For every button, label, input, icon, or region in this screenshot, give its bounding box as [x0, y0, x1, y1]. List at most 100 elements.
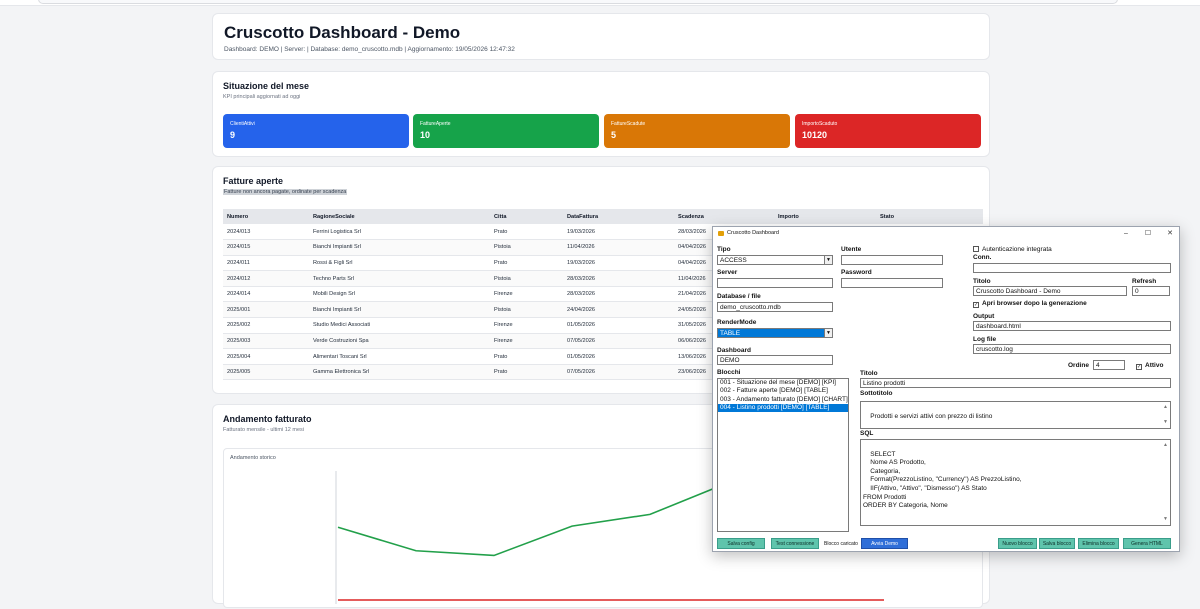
kpi-value: 10 [420, 130, 431, 140]
tipo-select[interactable]: ACCESS ▼ [717, 255, 833, 265]
logfile-input[interactable]: cruscotto.log [973, 344, 1171, 354]
sql-textarea[interactable]: SELECT Nome AS Prodotto, Categoria, Form… [860, 439, 1171, 526]
refresh-input[interactable]: 0 [1132, 286, 1170, 296]
section-title: Fatture aperte [223, 176, 284, 186]
sottotitolo-label: Sottotitolo [860, 390, 893, 397]
browser-address-bar[interactable] [0, 0, 1200, 6]
sottotitolo-textarea[interactable]: Prodotti e servizi attivi con prezzo di … [860, 401, 1171, 429]
table-cell: Rossi & Figli Srl [309, 255, 490, 272]
chevron-down-icon[interactable]: ▼ [824, 256, 832, 264]
kpi-value: 9 [230, 130, 236, 140]
table-cell: 07/05/2026 [563, 333, 674, 350]
header-card: Cruscotto Dashboard - Demo Dashboard: DE… [212, 13, 990, 60]
kpi-label: ClientiAttivi [230, 121, 255, 127]
utente-input[interactable] [841, 255, 943, 265]
table-cell: Bianchi Impianti Srl [309, 301, 490, 319]
nuovo-blocco-button[interactable]: Nuovo blocco [998, 538, 1037, 549]
titolo-dash-input[interactable]: Cruscotto Dashboard - Demo [973, 286, 1127, 296]
minimize-icon[interactable]: – [1115, 227, 1137, 241]
scroll-down-icon[interactable]: ▼ [1163, 515, 1168, 524]
kpi-card-importo-scaduto: ImportoScaduto 10120 [795, 114, 981, 148]
kpi-label: FattureScadute [611, 121, 646, 127]
column-header: Importo [774, 209, 876, 224]
table-cell: Gamma Elettronica Srl [309, 364, 490, 381]
table-cell: 2024/012 [223, 270, 309, 287]
table-cell: 2024/014 [223, 286, 309, 303]
server-input[interactable] [717, 278, 833, 288]
table-cell: 2025/002 [223, 317, 309, 334]
server-label: Server [717, 269, 738, 276]
auth-checkbox[interactable]: Autenticazione integrata [973, 246, 1052, 253]
kpi-label: FattureAperte [420, 121, 451, 127]
logfile-label: Log file [973, 336, 997, 343]
table-cell: 2025/004 [223, 348, 309, 365]
scroll-down-icon[interactable]: ▼ [1163, 418, 1168, 427]
table-cell: Pistoia [490, 239, 563, 256]
kpi-section: Situazione del mese KPI principali aggio… [212, 71, 990, 157]
table-cell: Techno Parts Srl [309, 270, 490, 287]
column-header: Numero [223, 209, 309, 224]
ordine-input[interactable]: 4 [1093, 360, 1125, 370]
salva-blocco-button[interactable]: Salva blocco [1039, 538, 1075, 549]
table-cell: 11/04/2026 [563, 239, 674, 256]
apri-browser-checkbox[interactable]: ✓ Apri browser dopo la generazione [973, 300, 1087, 308]
sottotitolo-text: Prodotti e servizi attivi con prezzo di … [870, 412, 993, 420]
blocchi-list-item[interactable]: 003 - Andamento fatturato [DEMO] [CHART] [718, 396, 848, 404]
scroll-up-icon[interactable]: ▲ [1163, 403, 1168, 412]
blocchi-list[interactable]: 001 - Situazione del mese [DEMO] [KPI] 00… [717, 378, 849, 532]
attivo-checkbox[interactable]: ✓ Attivo [1136, 362, 1163, 370]
table-cell: Pistoia [490, 270, 563, 287]
database-input[interactable]: demo_cruscotto.mdb [717, 302, 833, 312]
table-cell: Pistoia [490, 301, 563, 319]
salva-config-button[interactable]: Salva config [717, 538, 765, 549]
table-cell: 2024/015 [223, 239, 309, 256]
database-label: Database / file [717, 293, 761, 300]
table-cell: 24/04/2026 [563, 301, 674, 319]
table-cell: Bianchi Impianti Srl [309, 239, 490, 256]
kpi-value: 5 [611, 130, 617, 140]
titolo-blocco-input[interactable]: Listino prodotti [860, 378, 1171, 388]
password-input[interactable] [841, 278, 943, 288]
dashboard-input[interactable]: DEMO [717, 355, 833, 365]
test-connessione-button[interactable]: Test connessione [771, 538, 819, 549]
genera-html-button[interactable]: Genera HTML [1123, 538, 1171, 549]
section-subtitle: KPI principali aggiornati ad oggi [223, 94, 301, 100]
blocchi-list-item[interactable]: 002 - Fatture aperte [DEMO] [TABLE] [718, 387, 848, 395]
tipo-label: Tipo [717, 246, 731, 253]
checkmark-icon[interactable]: ✓ [973, 302, 979, 308]
table-cell: Firenze [490, 317, 563, 334]
maximize-icon[interactable]: ☐ [1137, 227, 1159, 241]
output-input[interactable]: dashboard.html [973, 321, 1171, 331]
table-cell: Verde Costruzioni Spa [309, 333, 490, 350]
column-header: Stato [876, 209, 983, 224]
table-cell: 19/03/2026 [563, 255, 674, 272]
column-header: RagioneSociale [309, 209, 490, 224]
table-cell: Prato [490, 224, 563, 241]
table-cell: 07/05/2026 [563, 364, 674, 381]
checkmark-icon[interactable]: ✓ [1136, 364, 1142, 370]
blocchi-list-item[interactable]: 004 - Listino prodotti [DEMO] [TABLE] [718, 403, 848, 413]
address-pill[interactable] [38, 0, 1118, 4]
scroll-up-icon[interactable]: ▲ [1163, 441, 1168, 450]
scrollbar[interactable]: ▲ ▼ [1162, 440, 1170, 525]
rendermode-value: TABLE [720, 330, 741, 337]
rendermode-select[interactable]: TABLE ▼ [717, 328, 833, 338]
avvia-demo-button[interactable]: Avvia Demo [861, 538, 908, 549]
conn-input[interactable] [973, 263, 1171, 273]
table-cell: 2024/011 [223, 255, 309, 272]
elimina-blocco-button[interactable]: Elimina blocco [1078, 538, 1119, 549]
column-header: Scadenza [674, 209, 774, 224]
window-titlebar[interactable]: Cruscotto Dashboard – ☐ ✕ [713, 227, 1179, 241]
blocco-caricato-status: Blocco caricato [824, 541, 858, 547]
kpi-label: ImportoScaduto [802, 121, 838, 127]
checkbox-empty-icon[interactable] [973, 246, 979, 252]
scrollbar[interactable]: ▲ ▼ [1162, 402, 1170, 428]
kpi-card-fatture-scadute: FattureScadute 5 [604, 114, 790, 148]
blocchi-list-item[interactable]: 001 - Situazione del mese [DEMO] [KPI] [718, 379, 848, 387]
blocchi-label: Blocchi [717, 369, 741, 376]
table-cell: 2025/001 [223, 301, 309, 319]
kpi-card-fatture-aperte: FattureAperte 10 [413, 114, 599, 148]
close-icon[interactable]: ✕ [1159, 227, 1181, 241]
table-cell: 19/03/2026 [563, 224, 674, 241]
chevron-down-icon[interactable]: ▼ [824, 329, 832, 337]
